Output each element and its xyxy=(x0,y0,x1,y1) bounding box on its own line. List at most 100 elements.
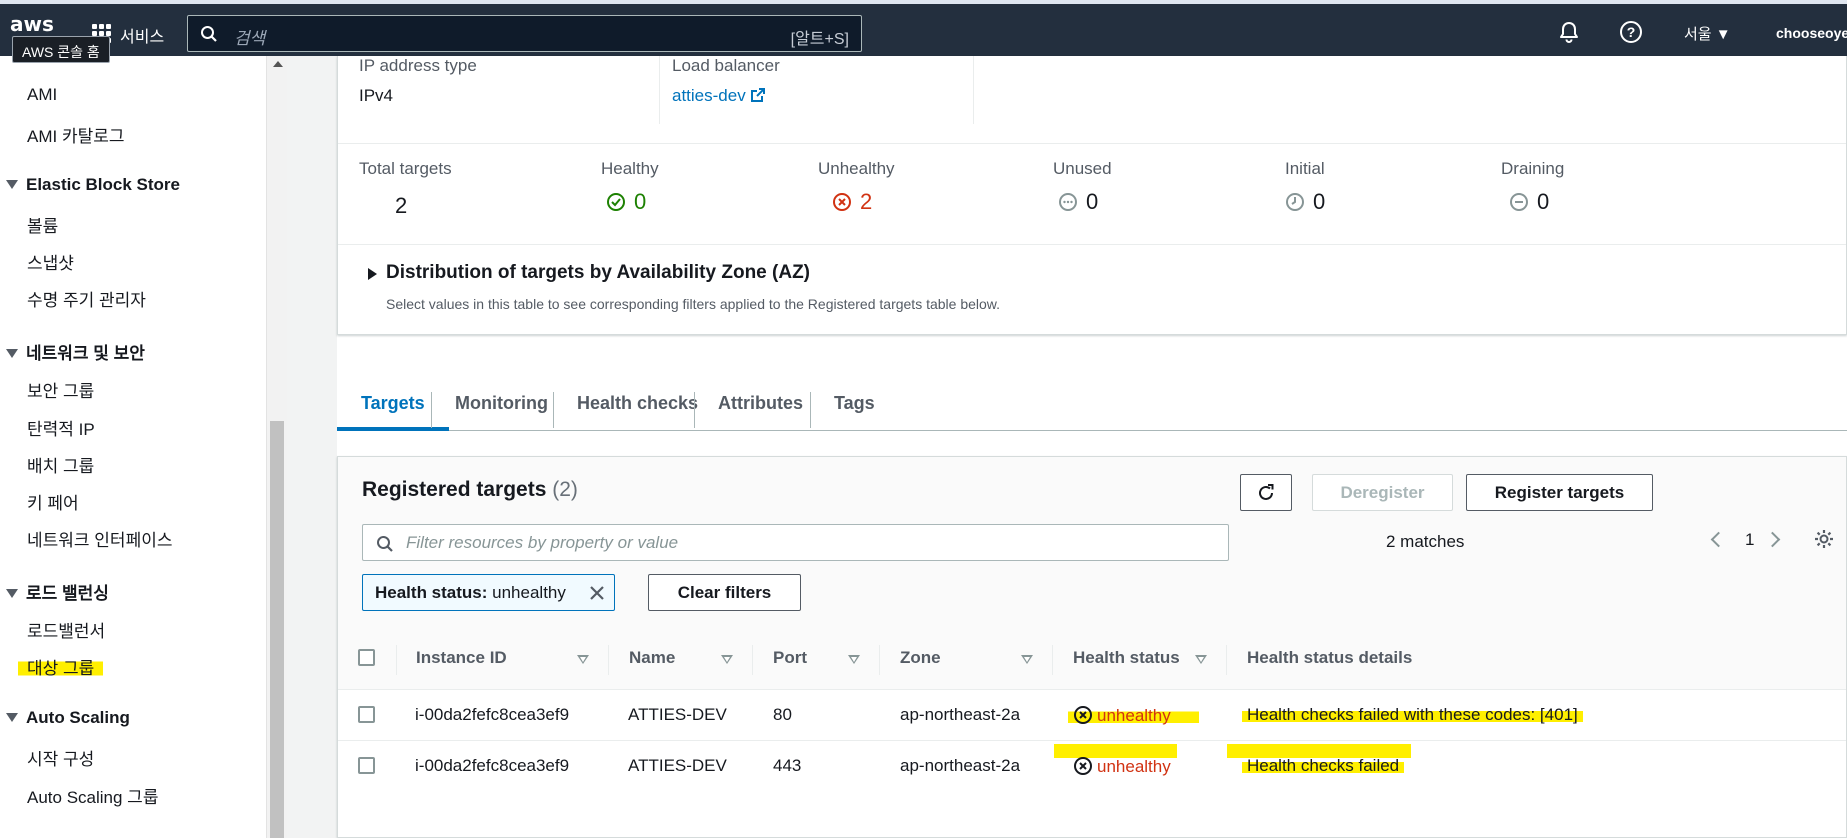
sidebar-item-placement-groups[interactable]: 배치 그룹 xyxy=(27,452,94,477)
help-icon[interactable]: ? xyxy=(1620,21,1642,43)
load-balancer-link[interactable]: atties-dev xyxy=(672,86,766,106)
table-header: Instance ID Name Port Zone Health status… xyxy=(338,627,1846,690)
instance-id-link[interactable]: i-00da2fefc8cea3ef9 xyxy=(415,756,569,776)
sort-icon[interactable] xyxy=(577,655,589,664)
sidebar-item-snapshots[interactable]: 스냅샷 xyxy=(27,249,74,274)
sort-icon[interactable] xyxy=(1021,655,1033,664)
minus-circle-icon xyxy=(1510,193,1528,211)
register-targets-button[interactable]: Register targets xyxy=(1466,474,1653,511)
caret-right-icon[interactable] xyxy=(368,268,377,280)
row-checkbox[interactable] xyxy=(358,757,375,774)
services-menu-label[interactable]: 서비스 xyxy=(120,23,164,47)
ip-address-type-label: IP address type xyxy=(359,56,477,75)
aws-logo[interactable]: aws xyxy=(10,12,54,36)
sidebar-item-auto-scaling-groups[interactable]: Auto Scaling 그룹 xyxy=(27,783,158,808)
az-distribution-toggle[interactable]: Distribution of targets by Availability … xyxy=(386,262,810,284)
sidebar-item-network-interfaces[interactable]: 네트워크 인터페이스 xyxy=(27,526,172,551)
table-row: i-00da2fefc8cea3ef9 ATTIES-DEV 80 ap-nor… xyxy=(338,691,1846,741)
side-navigation: AMI AMI 카탈로그 Elastic Block Store 볼륨 스냅샷 … xyxy=(0,56,287,838)
search-placeholder: 검색 xyxy=(234,29,266,48)
target-port: 80 xyxy=(773,705,792,724)
caret-down-icon xyxy=(6,180,18,189)
tab-attributes[interactable]: Attributes xyxy=(694,375,827,431)
sidebar-section-network-security[interactable]: 네트워크 및 보안 xyxy=(6,339,145,364)
sidebar-section-auto-scaling[interactable]: Auto Scaling xyxy=(6,708,130,728)
sidebar-section-load-balancing[interactable]: 로드 밸런싱 xyxy=(6,579,109,604)
search-icon xyxy=(377,536,393,552)
sidebar-item-key-pairs[interactable]: 키 페어 xyxy=(27,489,79,514)
sidebar-item-launch-configurations[interactable]: 시작 구성 xyxy=(27,745,94,770)
tab-tags[interactable]: Tags xyxy=(810,375,899,431)
global-search-input[interactable]: 검색 [알트+S] xyxy=(187,15,862,52)
stat-unhealthy-label: Unhealthy xyxy=(818,159,895,178)
x-circle-icon xyxy=(1074,757,1092,775)
filter-token-health-status: Health status: unhealthy xyxy=(362,574,615,611)
target-name: ATTIES-DEV xyxy=(628,756,727,775)
top-navigation-bar: aws 서비스 검색 [알트+S] ? 서울 ▼ chooseoye xyxy=(0,4,1847,56)
external-link-icon xyxy=(751,88,766,102)
target-group-details-card: IP address type IPv4 Load balancer attie… xyxy=(337,56,1847,335)
clear-filters-button[interactable]: Clear filters xyxy=(648,574,801,611)
stat-unused[interactable]: 0 xyxy=(1058,189,1098,215)
bell-icon[interactable] xyxy=(1557,20,1581,44)
sidebar-scroll-thumb[interactable] xyxy=(270,421,284,838)
health-status-details: Health checks failed xyxy=(1242,756,1405,776)
sidebar-scrollbar[interactable] xyxy=(266,56,287,838)
stat-total-value: 2 xyxy=(395,193,408,218)
stat-healthy[interactable]: 0 xyxy=(606,189,646,215)
table-row: i-00da2fefc8cea3ef9 ATTIES-DEV 443 ap-no… xyxy=(338,742,1846,792)
target-port: 443 xyxy=(773,756,802,775)
target-name: ATTIES-DEV xyxy=(628,705,727,724)
console-home-tooltip: AWS 콘솔 홈 xyxy=(12,36,110,63)
stat-initial[interactable]: 0 xyxy=(1285,189,1325,215)
account-menu[interactable]: chooseoye xyxy=(1776,25,1847,41)
sidebar-item-security-groups[interactable]: 보안 그룹 xyxy=(27,377,94,402)
x-circle-icon xyxy=(833,193,851,211)
dots-circle-icon xyxy=(1059,193,1077,211)
sidebar-item-elastic-ip[interactable]: 탄력적 IP xyxy=(27,415,95,440)
sidebar-item-lifecycle-manager[interactable]: 수명 주기 관리자 xyxy=(27,286,146,311)
tab-monitoring[interactable]: Monitoring xyxy=(431,375,572,431)
region-selector[interactable]: 서울 ▼ xyxy=(1684,23,1731,44)
sidebar-item-ami[interactable]: AMI xyxy=(27,85,57,105)
check-circle-icon xyxy=(607,193,625,211)
close-icon[interactable] xyxy=(588,584,606,602)
sidebar-item-volumes[interactable]: 볼륨 xyxy=(27,212,58,237)
sidebar-item-ami-catalog[interactable]: AMI 카탈로그 xyxy=(27,122,125,147)
stat-unused-label: Unused xyxy=(1053,159,1112,178)
column-health-status-details: Health status details xyxy=(1247,648,1413,667)
sort-icon[interactable] xyxy=(721,655,733,664)
scroll-up-arrow-icon[interactable] xyxy=(273,61,283,67)
instance-id-link[interactable]: i-00da2fefc8cea3ef9 xyxy=(415,705,569,725)
health-status-badge: unhealthy xyxy=(1068,705,1199,726)
stat-draining-label: Draining xyxy=(1501,159,1565,178)
column-health-status[interactable]: Health status xyxy=(1073,648,1180,668)
page-number[interactable]: 1 xyxy=(1745,530,1754,550)
caret-down-icon xyxy=(6,713,18,722)
clock-circle-icon xyxy=(1286,193,1304,211)
column-name[interactable]: Name xyxy=(629,648,675,668)
sort-icon[interactable] xyxy=(848,655,860,664)
main-content: IP address type IPv4 Load balancer attie… xyxy=(287,56,1847,838)
filter-input[interactable]: Filter resources by property or value xyxy=(362,524,1229,561)
deregister-button[interactable]: Deregister xyxy=(1312,474,1453,511)
search-icon xyxy=(201,26,217,42)
stat-healthy-label: Healthy xyxy=(601,159,659,178)
column-port[interactable]: Port xyxy=(773,648,807,668)
row-checkbox[interactable] xyxy=(358,706,375,723)
refresh-button[interactable] xyxy=(1240,474,1292,511)
stat-unhealthy[interactable]: 2 xyxy=(832,189,872,215)
health-status-badge: unhealthy xyxy=(1073,756,1171,777)
sidebar-section-ebs[interactable]: Elastic Block Store xyxy=(6,175,180,195)
column-zone[interactable]: Zone xyxy=(900,648,941,668)
sort-icon[interactable] xyxy=(1195,655,1207,664)
select-all-checkbox[interactable] xyxy=(358,649,375,666)
sidebar-item-load-balancers[interactable]: 로드밸런서 xyxy=(27,617,105,642)
gear-icon[interactable] xyxy=(1813,528,1835,550)
sidebar-item-target-groups[interactable]: 대상 그룹 xyxy=(18,654,104,679)
tab-bar: Targets Monitoring Health checks Attribu… xyxy=(337,375,1847,431)
column-instance-id[interactable]: Instance ID xyxy=(416,648,507,668)
ip-address-type-value: IPv4 xyxy=(359,86,394,105)
match-count: 2 matches xyxy=(1386,532,1465,551)
stat-draining[interactable]: 0 xyxy=(1509,189,1549,215)
